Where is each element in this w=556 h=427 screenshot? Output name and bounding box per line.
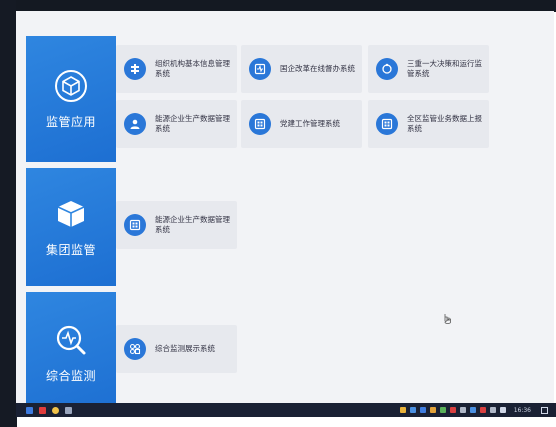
nav-label: 集团监管 xyxy=(45,242,96,257)
mouse-cursor-icon xyxy=(444,314,451,324)
card-soe-reform-system[interactable]: 国企改革在线督办系统 xyxy=(241,45,362,93)
clock[interactable]: 16:36 xyxy=(514,407,531,414)
card-title: 党建工作管理系统 xyxy=(280,119,340,128)
card-energy-production-system[interactable]: 能源企业生产数据管理系统 xyxy=(116,100,237,148)
taskbar: 16:36 xyxy=(16,403,556,417)
tray-icon[interactable] xyxy=(439,407,446,413)
app-red-icon[interactable] xyxy=(39,406,46,414)
nav-label: 综合监测 xyxy=(45,368,96,383)
tray-icon[interactable] xyxy=(409,407,416,413)
folder-icon[interactable] xyxy=(65,406,72,414)
input-method-icon[interactable] xyxy=(499,407,506,413)
org-plus-icon xyxy=(124,58,146,80)
card-title: 全区监管业务数据上报系统 xyxy=(407,114,482,133)
card-major-decision-system[interactable]: 三重一大决策和运行监管系统 xyxy=(368,45,489,93)
tray-icon[interactable] xyxy=(469,407,476,413)
app-window: 监管应用 集团监管 综合监测 组织机构基本信息管理系统 国企改革在线督办系统 三… xyxy=(16,11,554,415)
nav-label: 监管应用 xyxy=(45,114,96,129)
dashboard-icon xyxy=(124,338,146,360)
tray-icon[interactable] xyxy=(479,407,486,413)
ring-icon xyxy=(376,58,398,80)
nav-tile-comprehensive-monitoring[interactable]: 综合监测 xyxy=(26,292,116,414)
person-icon xyxy=(124,113,146,135)
cube-icon xyxy=(55,69,87,102)
nav-tile-supervision-apps[interactable]: 监管应用 xyxy=(26,36,116,162)
grid-box-icon xyxy=(249,113,271,135)
card-party-building-system[interactable]: 党建工作管理系统 xyxy=(241,100,362,148)
card-energy-production-system-group[interactable]: 能源企业生产数据管理系统 xyxy=(116,201,237,249)
volume-icon[interactable] xyxy=(489,407,496,413)
pulse-doc-icon xyxy=(249,58,271,80)
card-title: 三重一大决策和运行监管系统 xyxy=(407,59,482,78)
tray-icon[interactable] xyxy=(419,407,426,413)
card-monitoring-display-system[interactable]: 综合监测展示系统 xyxy=(116,325,237,373)
card-title: 能源企业生产数据管理系统 xyxy=(155,114,230,133)
nav-tile-group-supervision[interactable]: 集团监管 xyxy=(26,168,116,286)
start-icon[interactable] xyxy=(26,406,33,414)
card-title: 国企改革在线督办系统 xyxy=(280,64,355,73)
bezel-left xyxy=(0,0,17,427)
grid-box-icon xyxy=(124,214,146,236)
card-org-info-system[interactable]: 组织机构基本信息管理系统 xyxy=(116,45,237,93)
card-title: 综合监测展示系统 xyxy=(155,344,215,353)
monitor-search-icon xyxy=(56,325,86,354)
card-title: 组织机构基本信息管理系统 xyxy=(155,59,230,78)
tray-icon[interactable] xyxy=(429,407,436,413)
browser-icon[interactable] xyxy=(52,406,59,414)
grid-box-icon xyxy=(376,113,398,135)
notification-icon[interactable] xyxy=(541,406,548,414)
tray-icon[interactable] xyxy=(449,407,456,413)
tray-icon[interactable] xyxy=(459,407,466,413)
tray-icon[interactable] xyxy=(399,407,406,413)
box-icon xyxy=(57,200,85,227)
card-data-reporting-system[interactable]: 全区监管业务数据上报系统 xyxy=(368,100,489,148)
card-title: 能源企业生产数据管理系统 xyxy=(155,215,230,234)
